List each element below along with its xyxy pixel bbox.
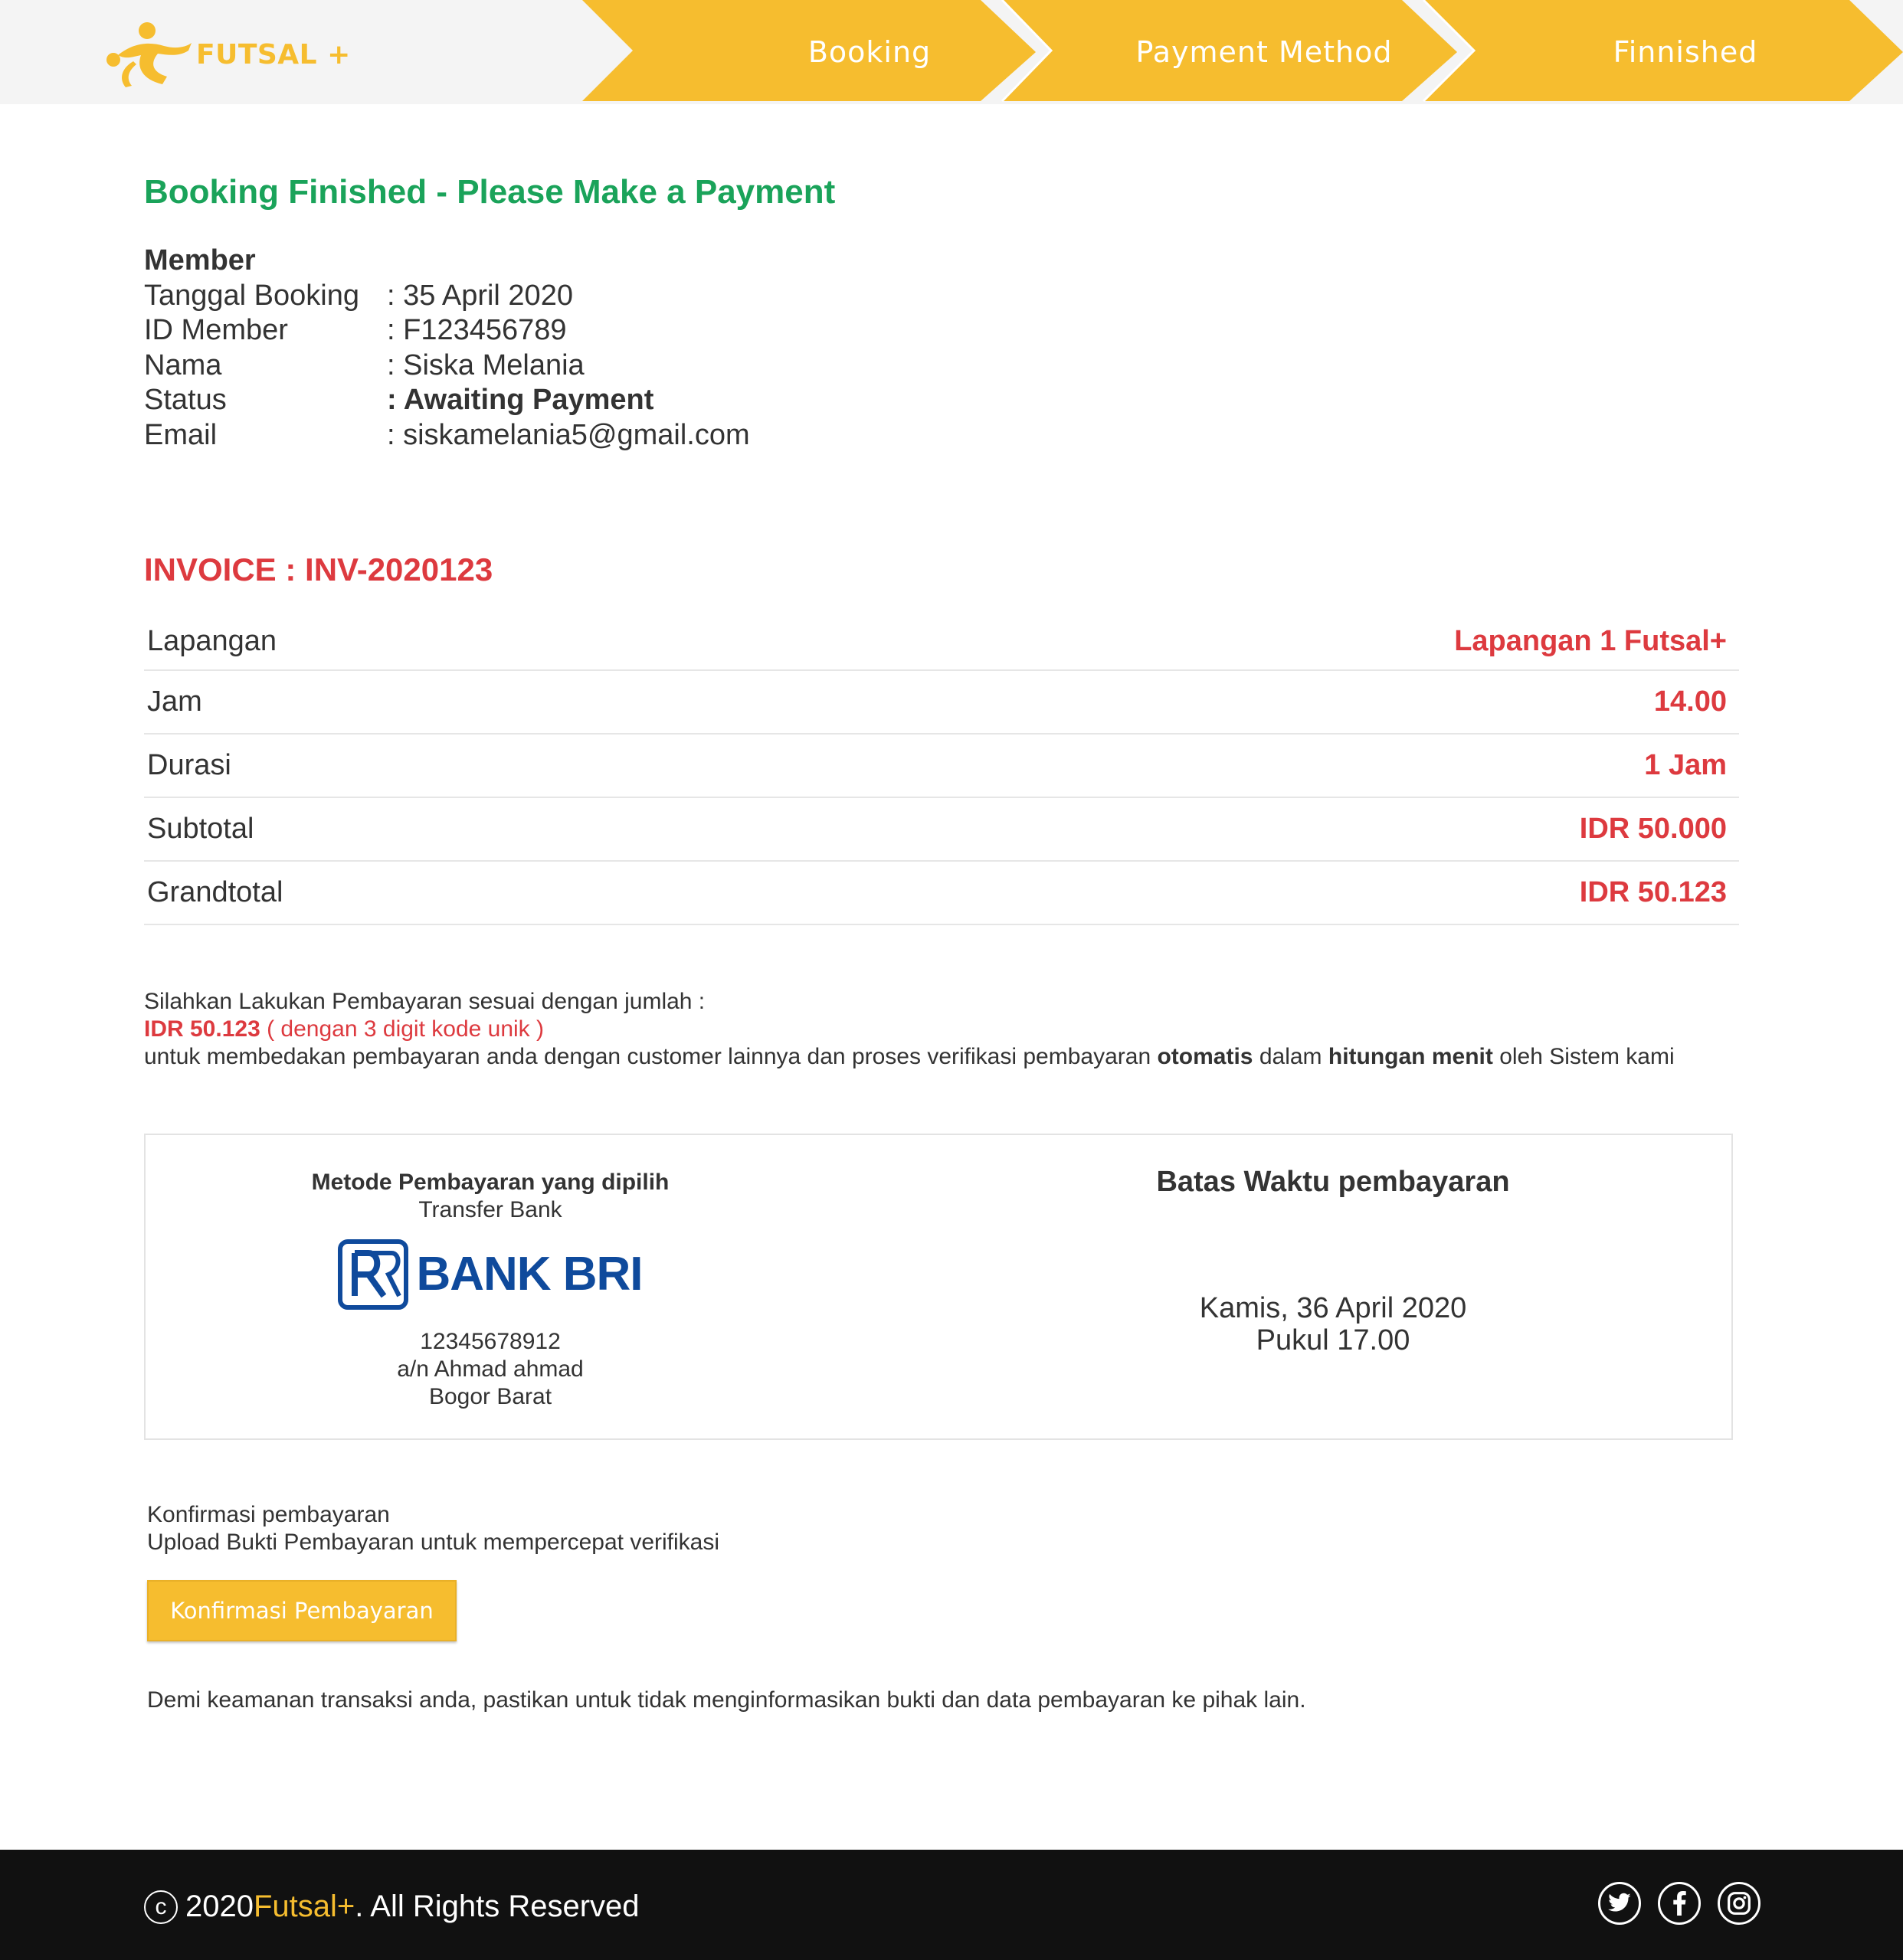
row-label: Grandtotal [147, 876, 283, 908]
detail-text: dalam [1253, 1044, 1328, 1069]
payment-method: Metode Pembayaran yang dipilih Transfer … [260, 1169, 720, 1411]
instagram-glyph [1728, 1892, 1751, 1915]
confirm-payment-button[interactable]: Konfirmasi Pembayaran [147, 1580, 457, 1641]
amount-note: ( dengan 3 digit kode unik ) [260, 1016, 545, 1042]
confirm-instructions: Konfirmasi pembayaran Upload Bukti Pemba… [147, 1501, 719, 1556]
invoice-title: INVOICE : INV-2020123 [144, 551, 493, 587]
row-value: IDR 50.123 [1579, 876, 1727, 908]
member-info: Member Tanggal Booking : 35 April 2020 I… [144, 244, 750, 453]
member-key: ID Member [144, 314, 288, 346]
member-row-date: Tanggal Booking : 35 April 2020 [144, 279, 750, 314]
account-name: a/n Ahmad ahmad [397, 1356, 584, 1382]
method-type: Transfer Bank [418, 1197, 562, 1222]
detail-text: untuk membedakan pembayaran anda dengan … [144, 1044, 1158, 1069]
member-value: : 35 April 2020 [387, 279, 573, 312]
member-row-status: Status : Awaiting Payment [144, 383, 750, 418]
facebook-glyph [1673, 1891, 1686, 1916]
member-value: : Siska Melania [387, 348, 585, 381]
step-payment-method[interactable]: Payment Method [1073, 0, 1456, 104]
member-key: Tanggal Booking [144, 279, 359, 312]
row-value: 1 Jam [1644, 749, 1727, 781]
row-label: Jam [147, 686, 202, 718]
amount-value: IDR 50.123 [144, 1016, 260, 1042]
member-value: : siskamelania5@gmail.com [387, 418, 750, 451]
row-label: Lapangan [147, 624, 277, 657]
table-row: Jam 14.00 [144, 671, 1739, 735]
logo[interactable]: FUTSAL + [103, 20, 351, 89]
member-key: Email [144, 418, 218, 451]
invoice-table: Lapangan Lapangan 1 Futsal+ Jam 14.00 Du… [144, 613, 1739, 925]
row-value: IDR 50.000 [1579, 813, 1727, 845]
footer: c 2020 Futsal+ . All Rights Reserved [0, 1850, 1903, 1960]
facebook-icon[interactable] [1658, 1882, 1701, 1925]
row-value: Lapangan 1 Futsal+ [1454, 624, 1727, 657]
instruction-line: Silahkan Lakukan Pembayaran sesuai denga… [144, 989, 706, 1014]
bank-name: BANK BRI [416, 1248, 643, 1301]
table-row: Lapangan Lapangan 1 Futsal+ [144, 613, 1739, 671]
instagram-icon[interactable] [1718, 1882, 1761, 1925]
confirm-heading: Konfirmasi pembayaran [147, 1502, 390, 1527]
copyright-year: 2020 [185, 1890, 254, 1923]
logo-text: FUTSAL + [196, 38, 351, 70]
table-row: Durasi 1 Jam [144, 735, 1739, 798]
table-row: Grandtotal IDR 50.123 [144, 862, 1739, 925]
security-note: Demi keamanan transaksi anda, pastikan u… [147, 1687, 1306, 1713]
confirm-subtext: Upload Bukti Pembayaran untuk mempercepa… [147, 1530, 720, 1555]
account-branch: Bogor Barat [428, 1384, 552, 1409]
header: FUTSAL + Booking Payment Method Finnishe… [0, 0, 1903, 104]
deadline-date: Kamis, 36 April 2020 [1199, 1292, 1467, 1324]
detail-bold: hitungan menit [1328, 1044, 1493, 1069]
row-label: Durasi [147, 749, 231, 781]
member-key: Nama [144, 348, 222, 381]
copyright: c 2020 Futsal+ . All Rights Reserved [144, 1890, 640, 1924]
twitter-icon[interactable] [1598, 1882, 1641, 1925]
bri-logo-icon [338, 1239, 409, 1310]
booking-title: Booking Finished - Please Make a Payment [144, 173, 836, 211]
member-heading: Member [144, 244, 256, 276]
row-label: Subtotal [147, 813, 254, 845]
deadline-title: Batas Waktu pembayaran [1156, 1166, 1510, 1198]
futsal-player-icon [106, 22, 192, 87]
member-row-name: Nama : Siska Melania [144, 348, 750, 384]
instruction-detail: untuk membedakan pembayaran anda dengan … [144, 1043, 1675, 1071]
row-value: 14.00 [1653, 686, 1727, 718]
member-row-email: Email : siskamelania5@gmail.com [144, 418, 750, 453]
copyright-icon: c [144, 1890, 178, 1924]
detail-text: oleh Sistem kami [1492, 1044, 1675, 1069]
method-title: Metode Pembayaran yang dipilih [311, 1170, 670, 1195]
step-booking[interactable]: Booking [697, 0, 1042, 104]
twitter-glyph [1608, 1893, 1631, 1912]
member-row-id: ID Member : F123456789 [144, 313, 750, 348]
bank-logo: BANK BRI [260, 1239, 720, 1310]
member-key: Status [144, 384, 227, 416]
social-links [1598, 1882, 1761, 1925]
member-value: : F123456789 [387, 314, 567, 346]
table-row: Subtotal IDR 50.000 [144, 798, 1739, 862]
copyright-rights: . All Rights Reserved [355, 1890, 640, 1923]
payment-details-box: Metode Pembayaran yang dipilih Transfer … [144, 1134, 1733, 1440]
copyright-brand[interactable]: Futsal+ [254, 1890, 355, 1924]
progress-steps: Booking Payment Method Finnished [582, 0, 1903, 104]
deadline-time: Pukul 17.00 [1256, 1324, 1410, 1356]
detail-bold: otomatis [1157, 1044, 1253, 1069]
account-number: 12345678912 [420, 1329, 561, 1354]
amount-line: IDR 50.123 ( dengan 3 digit kode unik ) [144, 1016, 1675, 1043]
payment-instructions: Silahkan Lakukan Pembayaran sesuai denga… [144, 988, 1675, 1071]
status-value: : Awaiting Payment [387, 384, 654, 416]
payment-deadline: Batas Waktu pembayaran Kamis, 36 April 2… [1103, 1166, 1563, 1356]
deadline-datetime: Kamis, 36 April 2020 Pukul 17.00 [1103, 1292, 1563, 1356]
step-finished[interactable]: Finnished [1486, 0, 1885, 104]
